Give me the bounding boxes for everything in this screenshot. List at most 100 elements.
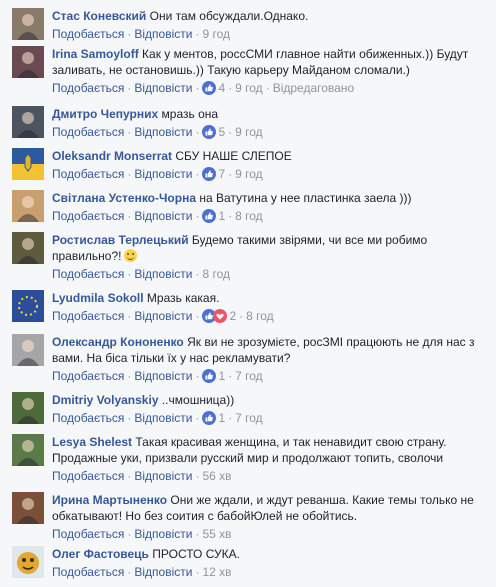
reply-link[interactable]: Відповісти: [134, 469, 192, 483]
timestamp[interactable]: 8 год: [202, 267, 230, 281]
reply-link[interactable]: Відповісти: [134, 125, 192, 139]
like-link[interactable]: Подобається: [52, 267, 124, 281]
timestamp[interactable]: 9 год: [202, 27, 230, 41]
reply-link[interactable]: Відповісти: [134, 565, 192, 579]
comment-body: Irina Samoyloff Как у ментов, россСМИ гл…: [52, 46, 480, 99]
reactions[interactable]: [202, 167, 217, 185]
author-name[interactable]: Oleksandr Monserrat: [52, 149, 172, 163]
separator-dot: ·: [127, 81, 132, 95]
avatar[interactable]: [12, 106, 44, 138]
avatar[interactable]: [12, 290, 44, 322]
reactions[interactable]: [202, 369, 217, 387]
reply-link[interactable]: Відповісти: [134, 309, 192, 323]
separator-dot: ·: [127, 209, 132, 223]
timestamp[interactable]: 9 год: [235, 125, 263, 139]
author-name[interactable]: Світлана Устенко-Чорна: [52, 191, 196, 205]
comment-body: Lyudmila Sokoll Мразь какая. Подобається ·…: [52, 290, 480, 327]
timestamp[interactable]: 8 год: [235, 209, 263, 223]
like-link[interactable]: Подобається: [52, 27, 124, 41]
comment-actions: Подобається · Відповісти · 4 · 9 год · Відредаго…: [52, 80, 480, 99]
comment-actions: Подобається · Відповісти · 1 · 7 год: [52, 368, 480, 387]
author-name[interactable]: Lesya Shelest: [52, 435, 132, 449]
timestamp[interactable]: 55 хв: [202, 527, 231, 541]
comment-body: Oleksandr Monserrat СБУ НАШЕ СЛЕПОЕ Подоб…: [52, 148, 480, 185]
reply-link[interactable]: Відповісти: [134, 267, 192, 281]
timestamp[interactable]: 7 год: [235, 369, 263, 383]
comment-actions: Подобається · Відповісти · 7 · 9 год: [52, 166, 480, 185]
avatar[interactable]: [12, 334, 44, 366]
reply-link[interactable]: Відповісти: [134, 81, 192, 95]
comment-actions: Подобається · Відповісти · 8 год: [52, 266, 480, 282]
separator-dot: ·: [127, 27, 132, 41]
like-link[interactable]: Подобається: [52, 167, 124, 181]
like-link[interactable]: Подобається: [52, 411, 124, 425]
comment-body: Олег Фастовець ПРОСТО СУКА. Подобається · В…: [52, 546, 480, 580]
timestamp[interactable]: 9 год: [235, 81, 263, 95]
avatar[interactable]: [12, 492, 44, 524]
timestamp[interactable]: 56 хв: [202, 469, 231, 483]
author-name[interactable]: Стас Коневский: [52, 9, 146, 23]
comment-actions: Подобається · Відповісти · 5 · 9 год: [52, 124, 480, 143]
author-name[interactable]: Lyudmila Sokoll: [52, 291, 144, 305]
edited-label[interactable]: Відредаговано: [273, 81, 354, 95]
like-link[interactable]: Подобається: [52, 369, 124, 383]
like-link[interactable]: Подобається: [52, 125, 124, 139]
author-name[interactable]: Ирина Мартыненко: [52, 493, 167, 507]
like-link[interactable]: Подобається: [52, 309, 124, 323]
love-reaction-icon: [213, 309, 228, 323]
separator-dot: ·: [127, 267, 132, 281]
reactions[interactable]: [202, 209, 217, 227]
reply-link[interactable]: Відповісти: [134, 27, 192, 41]
author-name[interactable]: Олег Фастовець: [52, 547, 149, 561]
like-link[interactable]: Подобається: [52, 565, 124, 579]
avatar[interactable]: [12, 190, 44, 222]
avatar[interactable]: [12, 148, 44, 180]
separator-dot: ·: [195, 565, 200, 579]
author-name[interactable]: Ростислав Терлецький: [52, 233, 189, 247]
reply-link[interactable]: Відповісти: [134, 527, 192, 541]
separator-dot: ·: [265, 81, 270, 95]
smile-emoji-icon: [123, 249, 137, 262]
comment-body: Світлана Устенко-Чорна на Ватутина у нее…: [52, 190, 480, 227]
author-name[interactable]: Irina Samoyloff: [52, 47, 139, 61]
separator-dot: ·: [195, 267, 200, 281]
timestamp[interactable]: 12 хв: [202, 565, 231, 579]
avatar[interactable]: [12, 434, 44, 466]
timestamp[interactable]: 7 год: [235, 411, 263, 425]
like-reaction-icon: [202, 125, 217, 139]
comment-body: Олександр Кононенко Як ви не зрозумієте,…: [52, 334, 480, 387]
separator-dot: ·: [127, 469, 132, 483]
separator-dot: ·: [239, 309, 244, 323]
reply-link[interactable]: Відповісти: [134, 209, 192, 223]
reactions[interactable]: [202, 309, 228, 327]
reactions[interactable]: [202, 81, 217, 99]
separator-dot: ·: [195, 125, 200, 139]
reactions[interactable]: [202, 125, 217, 143]
comment-text: Они там обсуждали.Однако.: [149, 9, 309, 23]
like-link[interactable]: Подобається: [52, 527, 124, 541]
reply-link[interactable]: Відповісти: [134, 167, 192, 181]
avatar[interactable]: [12, 8, 44, 40]
reply-link[interactable]: Відповісти: [134, 411, 192, 425]
separator-dot: ·: [127, 565, 132, 579]
comment-text: Мразь какая.: [146, 291, 220, 305]
comment-body: Dmitriy Volyanskiy ..чмошница)) Подобаєть…: [52, 392, 480, 429]
avatar[interactable]: [12, 232, 44, 264]
comment-body: Ростислав Терлецький Будемо такими звіря…: [52, 232, 480, 282]
separator-dot: ·: [195, 27, 200, 41]
reactions[interactable]: [202, 411, 217, 429]
timestamp[interactable]: 8 год: [246, 309, 274, 323]
like-link[interactable]: Подобається: [52, 209, 124, 223]
reply-link[interactable]: Відповісти: [134, 369, 192, 383]
avatar[interactable]: [12, 392, 44, 424]
author-name[interactable]: Олександр Кононенко: [52, 335, 184, 349]
author-name[interactable]: Dmitriy Volyanskiy: [52, 393, 159, 407]
like-link[interactable]: Подобається: [52, 469, 124, 483]
like-reaction-icon: [202, 411, 217, 425]
comment-actions: Подобається · Відповісти · 2 · 8 год: [52, 308, 480, 327]
like-link[interactable]: Подобається: [52, 81, 124, 95]
author-name[interactable]: Дмитро Чепурних: [52, 107, 158, 121]
timestamp[interactable]: 9 год: [235, 167, 263, 181]
avatar[interactable]: [12, 546, 44, 578]
avatar[interactable]: [12, 46, 44, 78]
